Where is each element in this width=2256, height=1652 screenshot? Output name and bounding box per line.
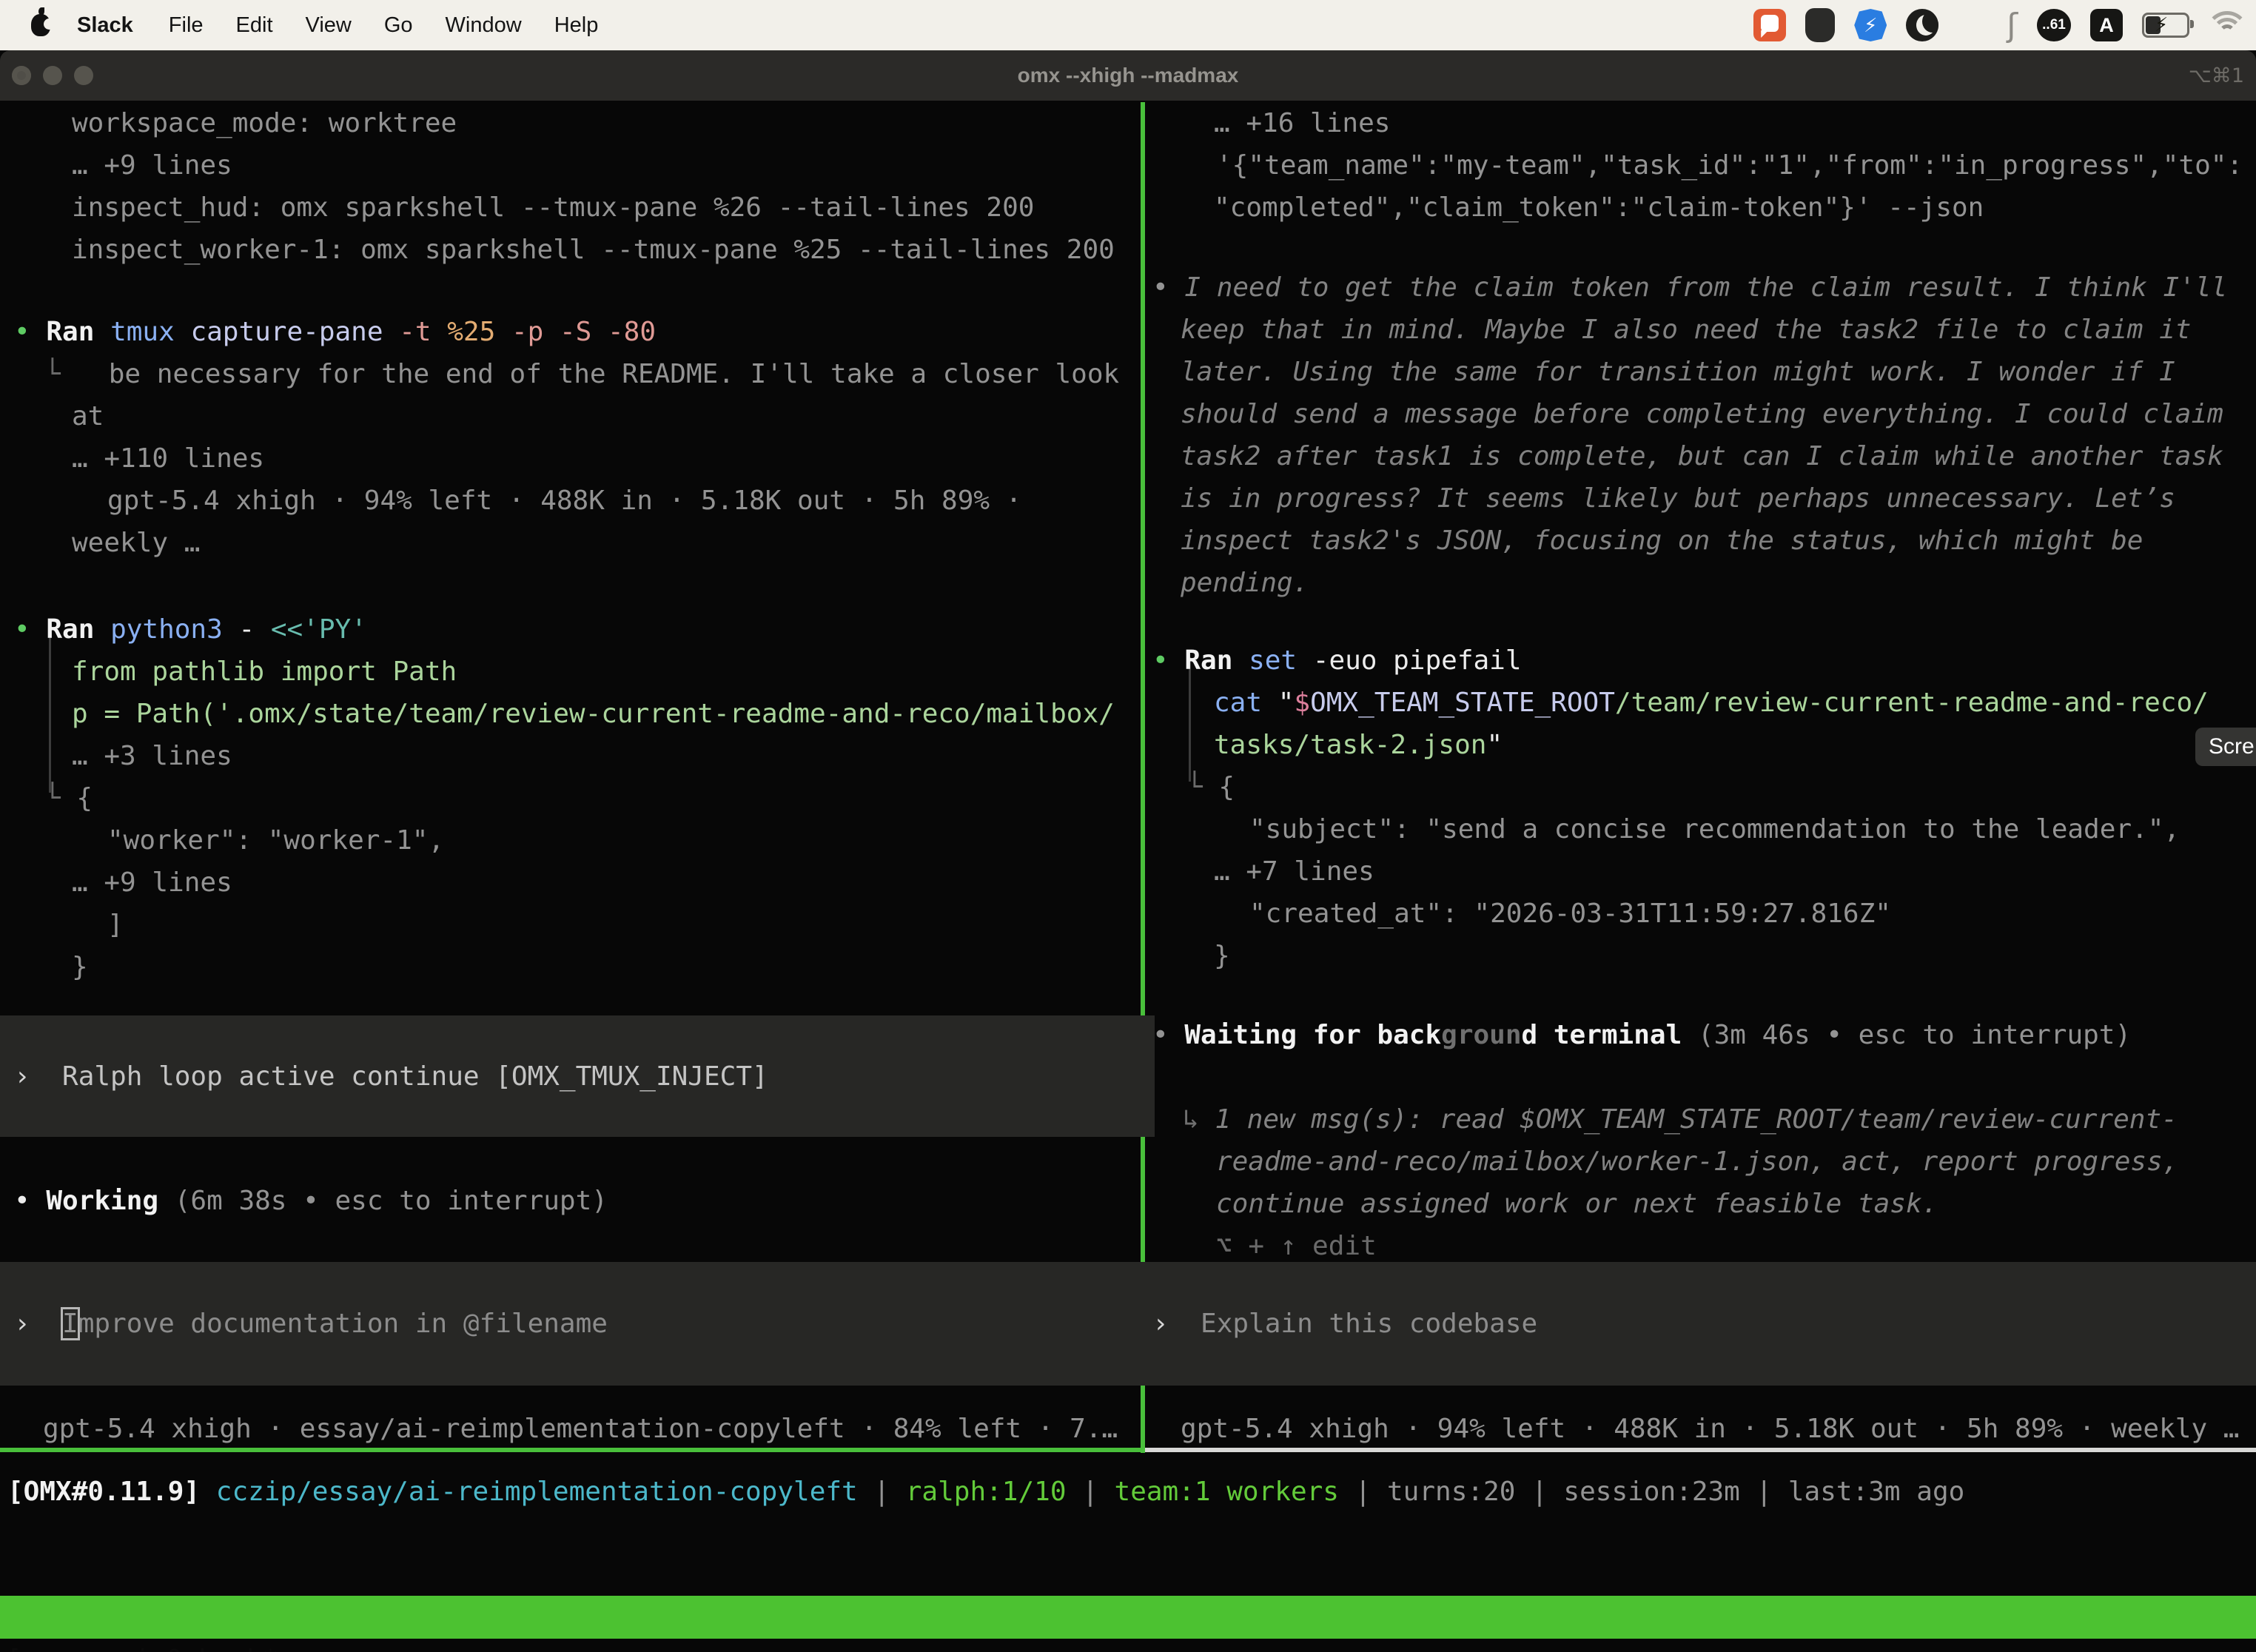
terminal-line: "completed","claim_token":"claim-token"}…: [1214, 187, 1984, 229]
terminal-line: • Working (6m 38s • esc to interrupt): [14, 1180, 608, 1222]
pane-divider[interactable]: [1141, 102, 1145, 1453]
blue-badge-icon[interactable]: ⚡: [1854, 9, 1887, 41]
terminal-line: └ {: [1186, 766, 1235, 808]
prompt-chevron: ›: [14, 1061, 62, 1092]
tmux-status-bar: [omx-cczip0:bash* "MacBook-Pro-44.local"…: [0, 1596, 2256, 1639]
apple-menu-icon[interactable]: [31, 14, 50, 36]
terminal-line: pending.: [1181, 562, 1309, 604]
terminal-line: }: [72, 946, 88, 988]
menu-app-name[interactable]: Slack: [77, 13, 133, 38]
dots-grid-icon[interactable]: [1958, 10, 1987, 40]
wifi-icon[interactable]: [2209, 11, 2246, 39]
menu-item-go[interactable]: Go: [384, 13, 413, 38]
terminal-line: … +16 lines: [1214, 102, 1390, 144]
screen: Slack File Edit View Go Window Help ⚡ ʃ …: [0, 0, 2256, 1652]
screen-tooltip: Scre: [2195, 728, 2256, 766]
terminal-line: └ {: [44, 777, 93, 819]
terminal-line: [OMX#0.11.9] cczip/essay/ai-reimplementa…: [7, 1471, 1964, 1513]
terminal-line: ]: [107, 904, 124, 946]
terminal-line: • Waiting for background terminal (3m 46…: [1152, 1014, 2131, 1056]
terminal-line: "worker": "worker-1",: [107, 819, 444, 862]
menu-status-area: ⚡ ʃ ..61 A ⚡: [1753, 0, 2246, 50]
terminal-line: at: [72, 395, 104, 437]
terminal-line: … +110 lines: [72, 437, 264, 480]
menu-item-file[interactable]: File: [169, 13, 204, 38]
prompt-input-right[interactable]: › Explain this codebase: [1147, 1262, 2256, 1386]
a-square-icon[interactable]: A: [2090, 9, 2123, 41]
terminal-line: └ be necessary for the end of the README…: [44, 353, 1119, 395]
terminal-line: workspace_mode: worktree: [72, 102, 457, 144]
terminal-line: … +3 lines: [72, 735, 232, 777]
terminal-line: inspect_worker-1: omx sparkshell --tmux-…: [72, 229, 1115, 271]
tree-guide-left: [49, 626, 51, 793]
text-cursor: I: [62, 1309, 78, 1339]
battery-icon[interactable]: ⚡: [2142, 13, 2189, 38]
terminal-line: }: [1214, 935, 1230, 977]
window-title-bar: omx --xhigh --madmax ⌥⌘1: [0, 50, 2256, 101]
terminal-line: tasks/task-2.json": [1214, 724, 1503, 766]
badge-61-icon[interactable]: ..61: [2037, 9, 2071, 41]
shield-grid-icon[interactable]: [1805, 8, 1835, 42]
prompt-input-left[interactable]: › Improve documentation in @filename: [0, 1262, 1155, 1386]
terminal-line: later. Using the same for transition mig…: [1181, 351, 2175, 393]
terminal-line: gpt-5.4 xhigh · 94% left · 488K in · 5.1…: [1181, 1408, 2239, 1450]
terminal-line: • I need to get the claim token from the…: [1152, 266, 2227, 309]
terminal-line: is in progress? It seems likely but perh…: [1181, 477, 2175, 520]
chat-icon[interactable]: [1753, 9, 1786, 41]
terminal-line: continue assigned work or next feasible …: [1216, 1183, 1938, 1225]
terminal-line: should send a message before completing …: [1181, 393, 2223, 435]
menu-item-edit[interactable]: Edit: [236, 13, 273, 38]
prompt-chevron: ›: [14, 1309, 62, 1339]
terminal-line: '{"team_name":"my-team","task_id":"1","f…: [1216, 144, 2243, 187]
terminal-line: … +7 lines: [1214, 850, 1374, 893]
prompt-chevron: ›: [1152, 1309, 1201, 1339]
terminal-line: • Ran python3 - <<'PY': [14, 608, 367, 651]
menu-item-help[interactable]: Help: [554, 13, 599, 38]
window-title: omx --xhigh --madmax: [0, 50, 2256, 101]
terminal-line: cat "$OMX_TEAM_STATE_ROOT/team/review-cu…: [1214, 682, 2209, 724]
terminal-line: "subject": "send a concise recommendatio…: [1249, 808, 2180, 850]
terminal-line: readme-and-reco/mailbox/worker-1.json, a…: [1216, 1141, 2178, 1183]
moon-icon[interactable]: [1906, 9, 1938, 41]
terminal-line: • Ran tmux capture-pane -t %25 -p -S -80: [14, 311, 656, 353]
terminal-line: • Ran set -euo pipefail: [1152, 639, 1522, 682]
terminal-line: inspect task2's JSON, focusing on the st…: [1181, 520, 2143, 562]
terminal-line: "created_at": "2026-03-31T11:59:27.816Z": [1249, 893, 1891, 935]
terminal-line: inspect_hud: omx sparkshell --tmux-pane …: [72, 187, 1034, 229]
menu-bar: Slack File Edit View Go Window Help ⚡ ʃ …: [0, 0, 2256, 50]
terminal-line: ↳ 1 new msg(s): read $OMX_TEAM_STATE_ROO…: [1183, 1098, 2178, 1141]
menu-item-view[interactable]: View: [306, 13, 352, 38]
ralph-loop-banner[interactable]: › Ralph loop active continue [OMX_TMUX_I…: [0, 1015, 1155, 1137]
terminal-line: … +9 lines: [72, 144, 232, 187]
terminal-line: gpt-5.4 xhigh · essay/ai-reimplementatio…: [43, 1408, 1118, 1450]
terminal-line: from pathlib import Path: [72, 651, 457, 693]
terminal-line: gpt-5.4 xhigh · 94% left · 488K in · 5.1…: [107, 480, 1021, 522]
terminal: Scre workspace_mode: worktree… +9 linesi…: [0, 101, 2256, 1652]
terminal-line: keep that in mind. Maybe I also need the…: [1181, 309, 2191, 351]
window-shortcut-badge: ⌥⌘1: [2189, 50, 2244, 101]
band-text: Ralph loop active continue [OMX_TMUX_INJ…: [62, 1061, 768, 1092]
terminal-line: … +9 lines: [72, 862, 232, 904]
terminal-line: task2 after task1 is complete, but can I…: [1181, 435, 2223, 477]
tmux-window-label[interactable]: [omx-cczip0:bash*: [6, 1639, 278, 1652]
hook-icon[interactable]: ʃ: [2007, 7, 2018, 44]
terminal-line: p = Path('.omx/state/team/review-current…: [72, 693, 1115, 735]
menu-item-window[interactable]: Window: [446, 13, 522, 38]
band-text: mprove documentation in @filename: [78, 1309, 608, 1339]
terminal-line: weekly …: [72, 522, 200, 564]
band-text: Explain this codebase: [1201, 1309, 1537, 1339]
terminal-line: ⌥ + ↑ edit: [1216, 1225, 1377, 1267]
